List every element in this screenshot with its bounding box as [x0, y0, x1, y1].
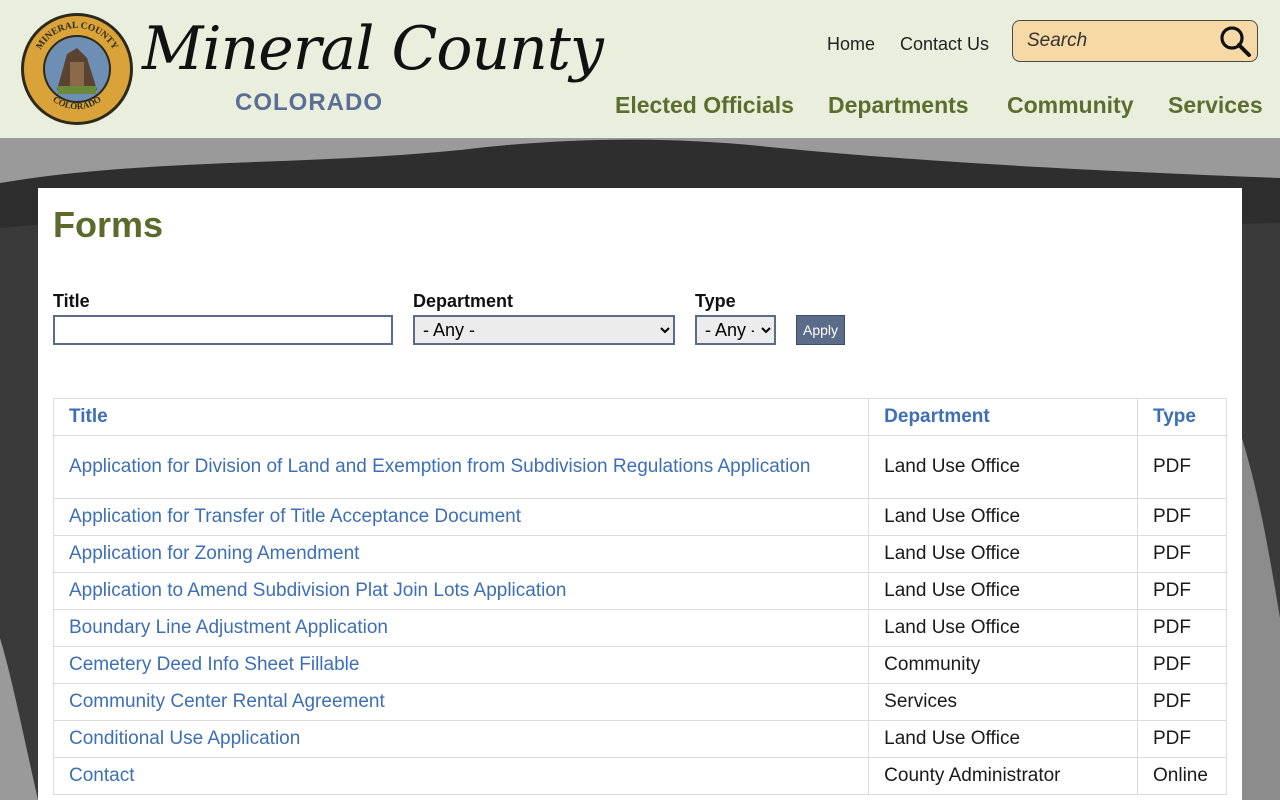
form-link[interactable]: Application to Amend Subdivision Plat Jo…: [69, 580, 566, 601]
type-cell: Online: [1137, 757, 1227, 795]
search-icon: [1220, 26, 1251, 57]
forms-content-panel: Forms Title Department - Any - Type - An…: [38, 188, 1242, 800]
table-row: Contact County Administrator Online: [52, 757, 1227, 795]
form-link[interactable]: Cemetery Deed Info Sheet Fillable: [69, 654, 359, 675]
header-title[interactable]: Title: [52, 398, 870, 436]
form-link[interactable]: Boundary Line Adjustment Application: [69, 617, 388, 638]
contact-us-link[interactable]: Contact Us: [900, 34, 989, 55]
title-filter-input[interactable]: [53, 315, 393, 345]
table-header-row: Title Department Type: [52, 398, 1227, 436]
nav-community[interactable]: Community: [1007, 92, 1134, 119]
table-row: Application for Transfer of Title Accept…: [52, 498, 1227, 536]
type-filter-label: Type: [695, 291, 736, 311]
title-cell: Application for Division of Land and Exe…: [52, 435, 870, 499]
search-box: [1012, 20, 1258, 62]
type-cell: PDF: [1137, 535, 1227, 573]
nav-departments[interactable]: Departments: [828, 92, 969, 119]
department-cell: Services: [868, 683, 1138, 721]
brand-wordmark[interactable]: Mineral County: [142, 14, 604, 84]
home-link[interactable]: Home: [827, 34, 875, 55]
title-cell: Cemetery Deed Info Sheet Fillable: [52, 646, 870, 684]
type-cell: PDF: [1137, 498, 1227, 536]
title-cell: Application for Transfer of Title Accept…: [52, 498, 870, 536]
table-row: Conditional Use Application Land Use Off…: [52, 720, 1227, 758]
title-cell: Conditional Use Application: [52, 720, 870, 758]
department-cell: Land Use Office: [868, 498, 1138, 536]
table-row: Application to Amend Subdivision Plat Jo…: [52, 572, 1227, 610]
form-link[interactable]: Community Center Rental Agreement: [69, 691, 385, 712]
type-cell: PDF: [1137, 720, 1227, 758]
form-link[interactable]: Application for Transfer of Title Accept…: [69, 506, 521, 527]
search-input[interactable]: [1027, 30, 1207, 52]
form-link[interactable]: Contact: [69, 765, 134, 786]
forms-table: Title Department Type Application for Di…: [52, 398, 1227, 795]
title-cell: Application for Zoning Amendment: [52, 535, 870, 573]
table-row: Application for Division of Land and Exe…: [52, 435, 1227, 499]
table-row: Application for Zoning Amendment Land Us…: [52, 535, 1227, 573]
type-cell: PDF: [1137, 435, 1227, 499]
title-cell: Application to Amend Subdivision Plat Jo…: [52, 572, 870, 610]
title-cell: Boundary Line Adjustment Application: [52, 609, 870, 647]
sort-department-link[interactable]: Department: [884, 406, 990, 427]
title-cell: Contact: [52, 757, 870, 795]
department-cell: Land Use Office: [868, 435, 1138, 499]
search-button[interactable]: [1217, 24, 1253, 58]
department-filter-label: Department: [413, 291, 514, 311]
type-cell: PDF: [1137, 609, 1227, 647]
form-link[interactable]: Application for Zoning Amendment: [69, 543, 359, 564]
department-select[interactable]: - Any -: [413, 315, 675, 345]
nav-elected-officials[interactable]: Elected Officials: [615, 92, 794, 119]
department-cell: County Administrator: [868, 757, 1138, 795]
type-cell: PDF: [1137, 683, 1227, 721]
table-row: Community Center Rental Agreement Servic…: [52, 683, 1227, 721]
type-cell: PDF: [1137, 646, 1227, 684]
type-cell: PDF: [1137, 572, 1227, 610]
type-select[interactable]: - Any -: [695, 315, 776, 345]
title-cell: Community Center Rental Agreement: [52, 683, 870, 721]
nav-services[interactable]: Services: [1168, 92, 1263, 119]
title-filter-label: Title: [53, 291, 90, 311]
header-type[interactable]: Type: [1137, 398, 1227, 436]
apply-button[interactable]: Apply: [796, 315, 845, 345]
department-cell: Community: [868, 646, 1138, 684]
department-cell: Land Use Office: [868, 609, 1138, 647]
header-department[interactable]: Department: [868, 398, 1138, 436]
sort-type-link[interactable]: Type: [1153, 406, 1196, 427]
form-link[interactable]: Application for Division of Land and Exe…: [69, 456, 810, 477]
table-row: Boundary Line Adjustment Application Lan…: [52, 609, 1227, 647]
site-header: MINERAL COUNTY COLORADO Mineral County C…: [0, 0, 1280, 138]
county-seal-logo[interactable]: MINERAL COUNTY COLORADO: [20, 12, 134, 126]
department-cell: Land Use Office: [868, 572, 1138, 610]
sort-title-link[interactable]: Title: [69, 406, 108, 427]
department-cell: Land Use Office: [868, 720, 1138, 758]
brand-state: COLORADO: [235, 89, 383, 116]
form-link[interactable]: Conditional Use Application: [69, 728, 300, 749]
page-title: Forms: [53, 204, 164, 245]
department-cell: Land Use Office: [868, 535, 1138, 573]
table-row: Cemetery Deed Info Sheet Fillable Commun…: [52, 646, 1227, 684]
